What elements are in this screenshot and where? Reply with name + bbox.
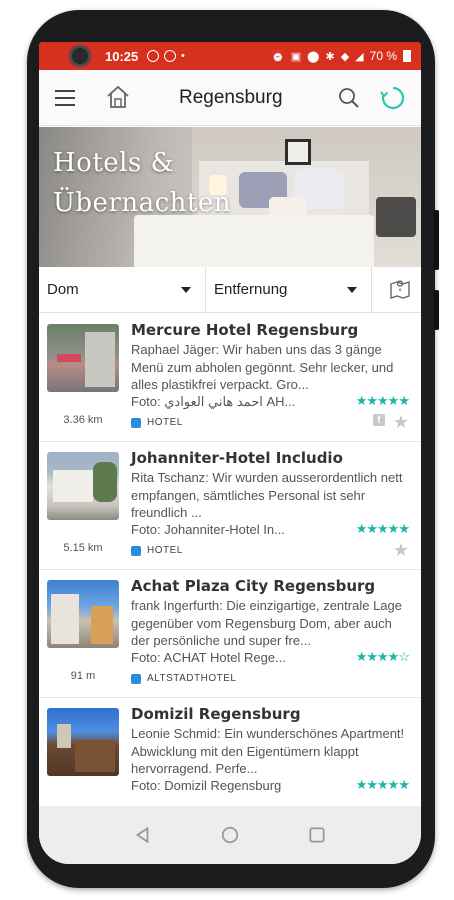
distance: 5.15 km [63, 542, 103, 554]
battery-icon [403, 50, 411, 62]
item-actions: ★ [393, 541, 409, 559]
item-actions: f ★ [372, 413, 409, 431]
status-bar: 10:25 • ⏰ ▣ ⬤ ✱ ◆ ◢ 70 % [39, 42, 421, 70]
category-label: HOTEL [147, 417, 183, 428]
nfc-icon: ▣ [290, 50, 302, 63]
status-time: 10:25 [105, 48, 139, 64]
photo-credit: Foto: Domizil Regensburg [131, 778, 282, 793]
hotel-thumbnail [47, 324, 119, 392]
dropdown-arrow-icon [181, 287, 191, 293]
sync-icon [164, 50, 176, 62]
location-dropdown[interactable]: Dom [39, 267, 206, 312]
category-label: ALTSTADTHOTEL [147, 673, 237, 684]
signal-icon: ◢ [355, 50, 364, 63]
menu-icon[interactable] [55, 90, 75, 106]
dropdown-arrow-icon [347, 287, 357, 293]
search-icon[interactable] [337, 86, 361, 110]
photo-credit: Foto: احمد هاني العوادي AH... [131, 394, 296, 409]
hotel-name: Johanniter-Hotel Includio [131, 449, 343, 467]
location-dropdown-label: Dom [47, 281, 79, 298]
hotel-name: Mercure Hotel Regensburg [131, 321, 359, 339]
rating-stars: ★★★★☆ [355, 649, 410, 664]
hotel-thumbnail [47, 580, 119, 648]
front-camera [69, 45, 91, 67]
home-nav-icon[interactable] [220, 825, 240, 845]
alarm-icon: ⏰ [271, 50, 285, 63]
category-tag: ALTSTADTHOTEL [131, 673, 236, 684]
hero-title-line2: Übernachten [53, 188, 232, 218]
list-item[interactable]: 5.15 km Johanniter-Hotel Includio Rita T… [39, 442, 421, 570]
category-icon [131, 417, 141, 428]
rating-stars: ★★★★★ [355, 393, 410, 408]
hotel-thumbnail [47, 452, 119, 520]
wifi-icon: ◆ [340, 50, 350, 63]
hero-title: Hotels & Übernachten [53, 143, 231, 223]
home-icon[interactable] [105, 84, 131, 110]
map-button[interactable] [372, 267, 421, 312]
system-nav-bar [39, 806, 421, 864]
hero-title-line1: Hotels & [53, 148, 175, 178]
recents-icon[interactable] [307, 825, 327, 845]
hero-banner: Hotels & Übernachten [39, 127, 421, 267]
location-icon: ⬤ [307, 50, 320, 63]
app-bar: Regensburg [39, 70, 421, 126]
photo-credit: Foto: Johanniter-Hotel In... [131, 522, 285, 537]
photo-credit: Foto: ACHAT Hotel Rege... [131, 650, 286, 665]
list-item[interactable]: 3.36 km Mercure Hotel Regensburg Raphael… [39, 314, 421, 442]
volume-button [434, 210, 439, 270]
page-title: Regensburg [179, 87, 283, 108]
system-icons: ⏰ ▣ ⬤ ✱ ◆ ◢ 70 % [271, 49, 411, 63]
sort-dropdown-label: Entfernung [214, 281, 288, 298]
battery-percent: 70 % [369, 49, 397, 63]
filter-bar: Dom Entfernung [39, 267, 421, 313]
distance: 3.36 km [63, 414, 103, 426]
hotel-name: Achat Plaza City Regensburg [131, 577, 376, 595]
rating-stars: ★★★★★ [355, 521, 410, 536]
whatsapp-icon [147, 50, 159, 62]
back-icon[interactable] [133, 825, 153, 845]
hero-nightstand [376, 197, 416, 237]
favorite-star-icon[interactable]: ★ [393, 541, 409, 559]
hotel-thumbnail [47, 708, 119, 776]
hotel-name: Domizil Regensburg [131, 705, 301, 723]
review-text: Raphael Jäger: Wir haben uns das 3 gänge… [131, 342, 394, 392]
app-screen: 10:25 • ⏰ ▣ ⬤ ✱ ◆ ◢ 70 % Regensburg Hote… [39, 42, 421, 864]
hotel-list: 3.36 km Mercure Hotel Regensburg Raphael… [39, 314, 421, 826]
distance: 91 m [70, 670, 96, 682]
rating-stars: ★★★★★ [355, 777, 410, 792]
sort-dropdown[interactable]: Entfernung [206, 267, 372, 312]
bluetooth-icon: ✱ [325, 50, 335, 63]
list-item[interactable]: 91 m Achat Plaza City Regensburg frank I… [39, 570, 421, 698]
hero-picture-frame [285, 139, 311, 165]
notification-icons: • [147, 50, 185, 62]
category-label: HOTEL [147, 545, 183, 556]
category-tag: HOTEL [131, 545, 183, 556]
review-text: frank Ingerfurth: Die einzigartige, zent… [131, 598, 402, 648]
category-icon [131, 545, 141, 556]
category-icon [131, 673, 141, 684]
power-button [434, 290, 439, 330]
facebook-icon[interactable]: f [372, 414, 385, 426]
favorite-star-icon[interactable]: ★ [393, 413, 409, 431]
map-icon [390, 280, 410, 299]
dot-icon: • [181, 50, 185, 62]
review-text: Rita Tschanz: Wir wurden ausserordentlic… [131, 470, 403, 520]
category-tag: HOTEL [131, 417, 183, 428]
review-text: Leonie Schmid: Ein wunderschönes Apartme… [131, 726, 405, 776]
refresh-icon[interactable] [379, 84, 407, 112]
